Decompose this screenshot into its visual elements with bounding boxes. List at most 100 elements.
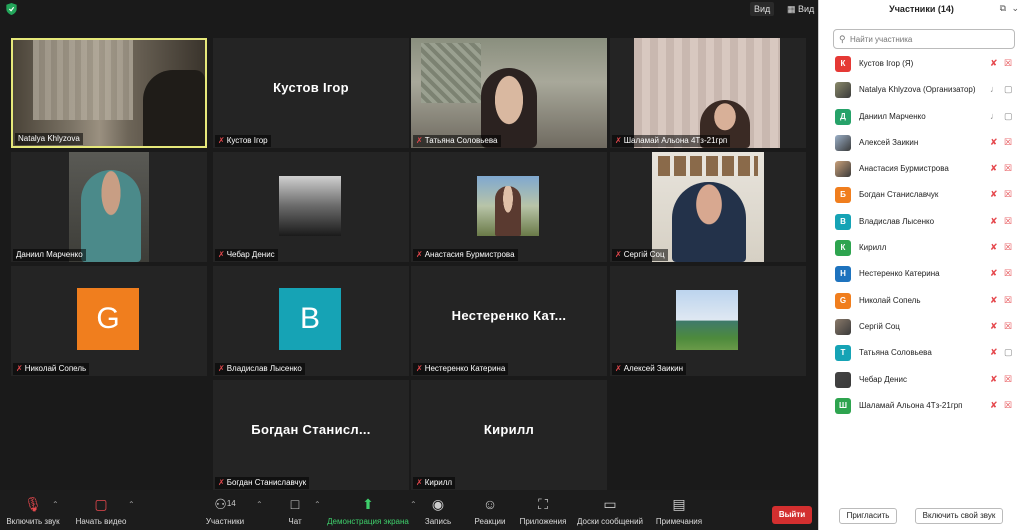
video-tile[interactable]: Natalya Khlyzova [11,38,207,148]
participant-name: Татьяна Соловьева [859,348,932,358]
mic-muted-icon[interactable]: ✘ [990,189,998,200]
participants-button[interactable]: ⚇14 Участники [200,494,250,526]
mic-muted-icon[interactable]: ✘ [990,374,998,385]
video-tile[interactable]: ✗ Чебар Денис [213,152,409,262]
mic-muted-icon[interactable]: ✘ [990,295,998,306]
participant-row[interactable]: Анастасия Бурмистрова ✘ ☒ [819,157,1024,183]
chevron-up-icon[interactable]: ⌃ [410,500,417,509]
participant-name: Кирилл [859,243,887,253]
participant-name-label: Natalya Khlyzova [15,133,83,145]
participant-name-label: ✗ Нестеренко Катерина [413,363,509,375]
mic-icon[interactable]: ♩ [990,84,999,94]
apps-button[interactable]: ⛶ Приложения [518,494,568,526]
camera-off-icon[interactable]: ☒ [1004,137,1012,148]
participant-row[interactable]: Ш Шаламай Альона 4Тз-21грп ✘ ☒ [819,394,1024,420]
mic-muted-icon[interactable]: ✘ [990,242,998,253]
whiteboards-label: Доски сообщений [576,517,643,526]
participant-display-name: Нестеренко Кат... [451,308,567,323]
participant-row[interactable]: К Кустов Ігор (Я) ✘ ☒ [819,52,1024,78]
video-grid: Natalya Khlyzova Кустов Ігор ✗ Кустов Іго… [0,18,818,490]
participant-display-name: Кустов Ігор [273,80,349,95]
notes-button[interactable]: ▤ Примечания [654,494,704,526]
record-icon: ◉ [431,496,445,512]
mic-muted-icon[interactable]: ✘ [990,58,998,69]
participant-row[interactable]: Сергій Соц ✘ ☒ [819,315,1024,341]
video-tile[interactable]: Нестеренко Кат... ✗ Нестеренко Катерина [411,266,607,376]
video-tile[interactable]: Кирилл ✗ Кирилл [411,380,607,490]
whiteboards-button[interactable]: ▭ Доски сообщений [576,494,644,526]
reactions-button[interactable]: ☺ Реакции [472,494,508,526]
search-input[interactable] [850,33,1010,46]
chevron-up-icon[interactable]: ⌃ [256,500,263,509]
camera-off-icon[interactable]: ☒ [1004,400,1012,411]
video-tile[interactable]: Кустов Ігор ✗ Кустов Ігор [213,38,409,148]
participant-avatar: Т [835,345,851,362]
mic-muted-icon[interactable]: ✘ [990,137,998,148]
participant-row[interactable]: Н Нестеренко Катерина ✘ ☒ [819,262,1024,288]
camera-off-icon[interactable]: ☒ [1004,216,1012,227]
shield-icon[interactable] [6,3,17,15]
participant-row[interactable]: Natalya Khlyzova (Организатор) ♩ ▢ [819,78,1024,104]
mic-muted-icon[interactable]: ✘ [990,163,998,174]
video-tile[interactable]: ✗ Шаламай Альона 4Тз-21грп [610,38,806,148]
layout-view-button[interactable]: ▦ Вид [784,2,817,16]
start-video-button[interactable]: ▢ Начать видео [72,494,130,526]
view-button[interactable]: Вид [750,2,775,16]
unmute-self-button[interactable]: Включить свой звук [915,508,1003,524]
camera-off-icon[interactable]: ☒ [1004,163,1012,174]
mic-muted-icon[interactable]: ✘ [990,216,998,227]
participant-name-label: ✗ Чебар Денис [215,249,278,261]
chevron-up-icon[interactable]: ⌃ [128,500,135,509]
camera-icon[interactable]: ▢ [1004,84,1013,95]
camera-off-icon[interactable]: ☒ [1004,189,1012,200]
participant-row[interactable]: В Владислав Лысенко ✘ ☒ [819,210,1024,236]
chat-button[interactable]: □ Чат [280,494,310,526]
mic-muted-icon[interactable]: ✘ [990,400,998,411]
unmute-button[interactable]: 🎙 Включить звук [4,494,62,526]
popout-icon[interactable]: ⧉ [1000,3,1006,14]
camera-off-icon[interactable]: ☒ [1004,268,1012,279]
person-silhouette [495,186,521,236]
person-silhouette [672,182,746,262]
camera-icon[interactable]: ▢ [1004,347,1013,358]
chevron-up-icon[interactable]: ⌃ [52,500,59,509]
camera-off-icon[interactable]: ☒ [1004,295,1012,306]
leave-button[interactable]: Выйти [772,506,812,524]
chevron-up-icon[interactable]: ⌃ [314,500,321,509]
record-button[interactable]: ◉ Запись [420,494,456,526]
participant-row[interactable]: Чебар Денис ✘ ☒ [819,368,1024,394]
mic-muted-icon[interactable]: ✘ [990,347,998,358]
video-tile[interactable]: ✗ Сергій Соц [610,152,806,262]
camera-off-icon[interactable]: ☒ [1004,242,1012,253]
video-tile[interactable]: ✗ Алексей Заикин [610,266,806,376]
participant-row[interactable]: G Николай Сопель ✘ ☒ [819,289,1024,315]
participant-avatar: Д [835,108,851,125]
invite-button[interactable]: Пригласить [839,508,897,524]
mic-muted-icon[interactable]: ✘ [990,321,998,332]
participant-name: Шаламай Альона 4Тз-21грп [859,400,963,410]
camera-off-icon[interactable]: ☒ [1004,321,1012,332]
share-screen-button[interactable]: ⬆ Демонстрация экрана [326,494,410,526]
video-tile[interactable]: ✗ Анастасия Бурмистрова [411,152,607,262]
camera-icon[interactable]: ▢ [1004,111,1013,122]
mic-muted-icon: ✗ [218,250,225,259]
video-tile[interactable]: ✗ Татьяна Соловьева [411,38,607,148]
participant-row[interactable]: Б Богдан Станиславчук ✘ ☒ [819,183,1024,209]
mic-icon[interactable]: ♩ [990,111,999,121]
mic-muted-icon[interactable]: ✘ [990,268,998,279]
camera-off-icon[interactable]: ☒ [1004,58,1012,69]
participant-avatar: Н [835,266,851,283]
notes-label: Примечания [655,517,703,526]
participant-row[interactable]: К Кирилл ✘ ☒ [819,236,1024,262]
participant-row[interactable]: Т Татьяна Соловьева ✘ ▢ [819,341,1024,367]
mic-muted-icon: ✗ [218,364,225,373]
participant-row[interactable]: Алексей Заикин ✘ ☒ [819,131,1024,157]
participant-row[interactable]: Д Даниил Марченко ♩ ▢ [819,105,1024,131]
camera-off-icon[interactable]: ☒ [1004,374,1012,385]
chevron-down-icon[interactable]: ⌄ [1011,3,1019,14]
video-tile[interactable]: Богдан Станисл... ✗ Богдан Станиславчук [213,380,409,490]
mic-muted-icon: ✗ [16,364,23,373]
video-tile[interactable]: B ✗ Владислав Лысенко [213,266,409,376]
video-tile[interactable]: G ✗ Николай Сопель [11,266,207,376]
video-tile[interactable]: Даниил Марченко [11,152,207,262]
